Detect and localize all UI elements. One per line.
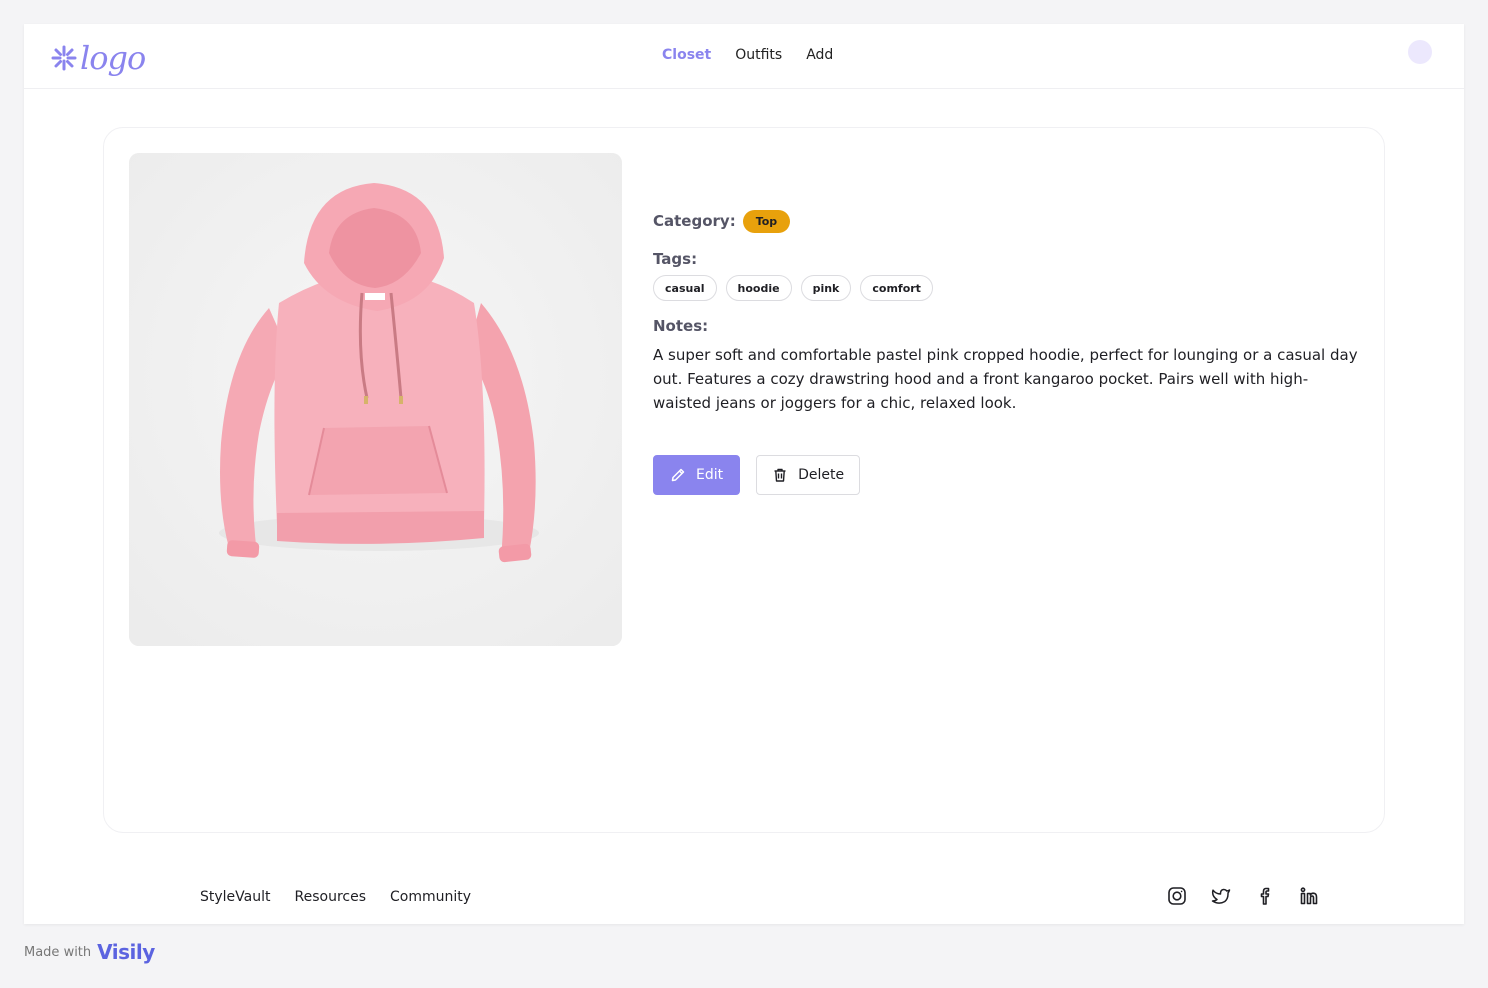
footer-link-community[interactable]: Community xyxy=(390,889,471,905)
linkedin-icon[interactable] xyxy=(1299,886,1319,906)
instagram-icon[interactable] xyxy=(1167,886,1187,906)
footer-link-resources[interactable]: Resources xyxy=(295,889,367,905)
tag-chip[interactable]: comfort xyxy=(860,275,933,301)
delete-button-label: Delete xyxy=(798,467,845,483)
app-window: logo Closet Outfits Add Category: Top Ta… xyxy=(24,24,1464,924)
social-links xyxy=(1167,886,1319,906)
category-label: Category: xyxy=(653,212,736,230)
pink-hoodie-icon xyxy=(129,153,622,646)
notes-label: Notes: xyxy=(653,317,709,335)
tag-chip[interactable]: pink xyxy=(800,275,852,301)
item-details: Category: Top Tags: casual hoodie pink c… xyxy=(653,208,1363,495)
main-nav: Closet Outfits Add xyxy=(662,47,833,63)
logo-text: logo xyxy=(80,39,146,77)
category-badge: Top xyxy=(742,209,791,233)
nav-outfits[interactable]: Outfits xyxy=(735,47,782,63)
notes-text: A super soft and comfortable pastel pink… xyxy=(653,346,1358,412)
avatar[interactable] xyxy=(1408,40,1432,64)
made-with-badge[interactable]: Made with Visily xyxy=(24,940,155,964)
footer-links: StyleVault Resources Community xyxy=(200,889,471,905)
logo[interactable]: logo xyxy=(50,38,146,78)
trash-icon xyxy=(774,468,786,482)
tag-list: casual hoodie pink comfort xyxy=(653,275,1363,301)
tags-label: Tags: xyxy=(653,250,698,268)
edit-button[interactable]: Edit xyxy=(653,455,741,495)
item-photo xyxy=(129,153,622,646)
edit-button-label: Edit xyxy=(696,467,724,483)
footer-link-stylevault[interactable]: StyleVault xyxy=(200,889,271,905)
category-row: Category: Top xyxy=(653,208,1363,234)
asterisk-logo-icon xyxy=(51,45,77,71)
made-with-label: Made with xyxy=(24,944,92,960)
item-actions: Edit Delete xyxy=(653,455,1363,495)
tag-chip[interactable]: hoodie xyxy=(725,275,792,301)
twitter-icon[interactable] xyxy=(1211,886,1231,906)
nav-add[interactable]: Add xyxy=(806,47,833,63)
pencil-icon xyxy=(671,468,685,482)
visily-logo: Visily xyxy=(97,940,155,964)
facebook-icon[interactable] xyxy=(1255,886,1275,906)
tag-chip[interactable]: casual xyxy=(653,275,717,301)
top-header: logo Closet Outfits Add xyxy=(24,24,1464,89)
delete-button[interactable]: Delete xyxy=(756,455,861,495)
nav-closet[interactable]: Closet xyxy=(662,47,711,63)
item-detail-card: Category: Top Tags: casual hoodie pink c… xyxy=(103,127,1385,833)
